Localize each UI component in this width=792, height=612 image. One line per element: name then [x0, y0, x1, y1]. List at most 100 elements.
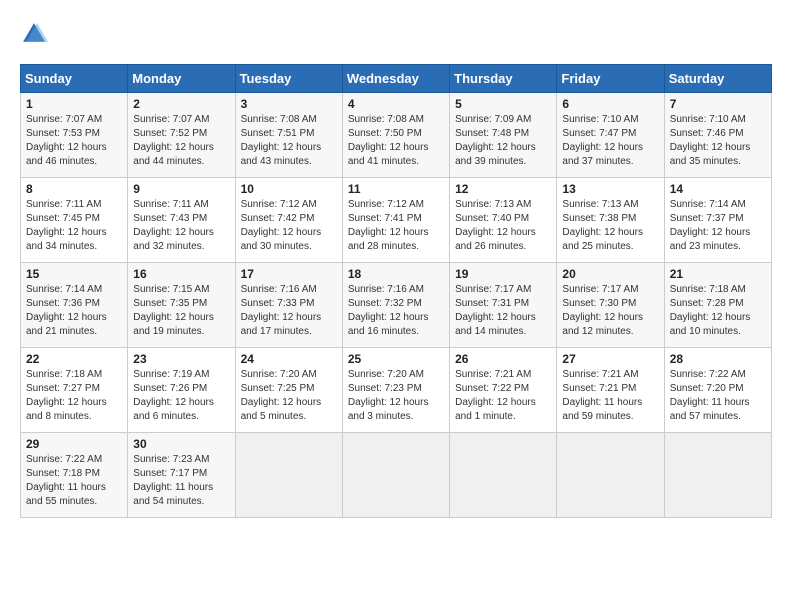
calendar-cell: 1 Sunrise: 7:07 AMSunset: 7:53 PMDaylight… — [21, 93, 128, 178]
calendar-cell — [342, 433, 449, 518]
calendar-cell: 24 Sunrise: 7:20 AMSunset: 7:25 PMDayligh… — [235, 348, 342, 433]
calendar-cell: 26 Sunrise: 7:21 AMSunset: 7:22 PMDayligh… — [450, 348, 557, 433]
day-info: Sunrise: 7:23 AMSunset: 7:17 PMDaylight:… — [133, 453, 229, 509]
page-header — [20, 20, 772, 48]
calendar-cell: 21 Sunrise: 7:18 AMSunset: 7:28 PMDayligh… — [664, 263, 771, 348]
day-number: 28 — [670, 352, 766, 366]
day-number: 26 — [455, 352, 551, 366]
day-info: Sunrise: 7:08 AMSunset: 7:51 PMDaylight:… — [241, 113, 337, 169]
day-info: Sunrise: 7:19 AMSunset: 7:26 PMDaylight:… — [133, 368, 229, 424]
column-header-monday: Monday — [128, 65, 235, 93]
calendar-cell: 29 Sunrise: 7:22 AMSunset: 7:18 PMDayligh… — [21, 433, 128, 518]
day-info: Sunrise: 7:11 AMSunset: 7:45 PMDaylight:… — [26, 198, 122, 254]
calendar-cell: 11 Sunrise: 7:12 AMSunset: 7:41 PMDayligh… — [342, 178, 449, 263]
calendar-cell — [450, 433, 557, 518]
day-info: Sunrise: 7:11 AMSunset: 7:43 PMDaylight:… — [133, 198, 229, 254]
day-number: 18 — [348, 267, 444, 281]
day-info: Sunrise: 7:15 AMSunset: 7:35 PMDaylight:… — [133, 283, 229, 339]
calendar-cell: 17 Sunrise: 7:16 AMSunset: 7:33 PMDayligh… — [235, 263, 342, 348]
day-number: 29 — [26, 437, 122, 451]
calendar-cell: 28 Sunrise: 7:22 AMSunset: 7:20 PMDayligh… — [664, 348, 771, 433]
calendar-cell: 9 Sunrise: 7:11 AMSunset: 7:43 PMDaylight… — [128, 178, 235, 263]
calendar-cell: 22 Sunrise: 7:18 AMSunset: 7:27 PMDayligh… — [21, 348, 128, 433]
day-info: Sunrise: 7:09 AMSunset: 7:48 PMDaylight:… — [455, 113, 551, 169]
calendar-cell: 18 Sunrise: 7:16 AMSunset: 7:32 PMDayligh… — [342, 263, 449, 348]
day-info: Sunrise: 7:20 AMSunset: 7:23 PMDaylight:… — [348, 368, 444, 424]
day-info: Sunrise: 7:13 AMSunset: 7:40 PMDaylight:… — [455, 198, 551, 254]
calendar-cell — [664, 433, 771, 518]
day-info: Sunrise: 7:21 AMSunset: 7:22 PMDaylight:… — [455, 368, 551, 424]
day-info: Sunrise: 7:14 AMSunset: 7:36 PMDaylight:… — [26, 283, 122, 339]
calendar-table: SundayMondayTuesdayWednesdayThursdayFrid… — [20, 64, 772, 518]
calendar-cell: 8 Sunrise: 7:11 AMSunset: 7:45 PMDaylight… — [21, 178, 128, 263]
logo — [20, 20, 52, 48]
calendar-week-2: 8 Sunrise: 7:11 AMSunset: 7:45 PMDaylight… — [21, 178, 772, 263]
day-info: Sunrise: 7:10 AMSunset: 7:46 PMDaylight:… — [670, 113, 766, 169]
day-info: Sunrise: 7:17 AMSunset: 7:30 PMDaylight:… — [562, 283, 658, 339]
calendar-week-4: 22 Sunrise: 7:18 AMSunset: 7:27 PMDayligh… — [21, 348, 772, 433]
calendar-cell: 6Sunrise: 7:10 AMSunset: 7:47 PMDaylight… — [557, 93, 664, 178]
day-info: Sunrise: 7:16 AMSunset: 7:32 PMDaylight:… — [348, 283, 444, 339]
day-number: 5 — [455, 97, 551, 111]
day-number: 7 — [670, 97, 766, 111]
calendar-cell: 4Sunrise: 7:08 AMSunset: 7:50 PMDaylight… — [342, 93, 449, 178]
day-info: Sunrise: 7:07 AMSunset: 7:53 PMDaylight:… — [26, 113, 122, 169]
day-number: 24 — [241, 352, 337, 366]
day-info: Sunrise: 7:21 AMSunset: 7:21 PMDaylight:… — [562, 368, 658, 424]
column-header-wednesday: Wednesday — [342, 65, 449, 93]
calendar-cell: 10Sunrise: 7:12 AMSunset: 7:42 PMDayligh… — [235, 178, 342, 263]
day-number: 3 — [241, 97, 337, 111]
calendar-cell: 30 Sunrise: 7:23 AMSunset: 7:17 PMDayligh… — [128, 433, 235, 518]
column-header-thursday: Thursday — [450, 65, 557, 93]
day-info: Sunrise: 7:18 AMSunset: 7:27 PMDaylight:… — [26, 368, 122, 424]
calendar-week-5: 29 Sunrise: 7:22 AMSunset: 7:18 PMDayligh… — [21, 433, 772, 518]
day-number: 8 — [26, 182, 122, 196]
calendar-week-3: 15 Sunrise: 7:14 AMSunset: 7:36 PMDayligh… — [21, 263, 772, 348]
day-number: 17 — [241, 267, 337, 281]
day-number: 23 — [133, 352, 229, 366]
calendar-cell: 5 Sunrise: 7:09 AMSunset: 7:48 PMDaylight… — [450, 93, 557, 178]
day-number: 16 — [133, 267, 229, 281]
calendar-cell: 23 Sunrise: 7:19 AMSunset: 7:26 PMDayligh… — [128, 348, 235, 433]
day-info: Sunrise: 7:17 AMSunset: 7:31 PMDaylight:… — [455, 283, 551, 339]
column-header-tuesday: Tuesday — [235, 65, 342, 93]
calendar-cell: 12Sunrise: 7:13 AMSunset: 7:40 PMDayligh… — [450, 178, 557, 263]
column-header-saturday: Saturday — [664, 65, 771, 93]
day-info: Sunrise: 7:13 AMSunset: 7:38 PMDaylight:… — [562, 198, 658, 254]
day-info: Sunrise: 7:22 AMSunset: 7:20 PMDaylight:… — [670, 368, 766, 424]
calendar-cell — [235, 433, 342, 518]
day-number: 25 — [348, 352, 444, 366]
column-header-friday: Friday — [557, 65, 664, 93]
calendar-cell: 3 Sunrise: 7:08 AMSunset: 7:51 PMDaylight… — [235, 93, 342, 178]
day-info: Sunrise: 7:12 AMSunset: 7:42 PMDaylight:… — [241, 198, 337, 254]
calendar-cell — [557, 433, 664, 518]
day-number: 11 — [348, 182, 444, 196]
day-number: 22 — [26, 352, 122, 366]
day-number: 1 — [26, 97, 122, 111]
calendar-cell: 15 Sunrise: 7:14 AMSunset: 7:36 PMDayligh… — [21, 263, 128, 348]
calendar-cell: 20 Sunrise: 7:17 AMSunset: 7:30 PMDayligh… — [557, 263, 664, 348]
day-number: 9 — [133, 182, 229, 196]
day-number: 2 — [133, 97, 229, 111]
calendar-cell: 13 Sunrise: 7:13 AMSunset: 7:38 PMDayligh… — [557, 178, 664, 263]
day-info: Sunrise: 7:20 AMSunset: 7:25 PMDaylight:… — [241, 368, 337, 424]
day-number: 20 — [562, 267, 658, 281]
calendar-cell: 7 Sunrise: 7:10 AMSunset: 7:46 PMDaylight… — [664, 93, 771, 178]
day-number: 13 — [562, 182, 658, 196]
calendar-header: SundayMondayTuesdayWednesdayThursdayFrid… — [21, 65, 772, 93]
day-info: Sunrise: 7:08 AMSunset: 7:50 PMDaylight:… — [348, 113, 444, 169]
day-info: Sunrise: 7:07 AMSunset: 7:52 PMDaylight:… — [133, 113, 229, 169]
day-number: 19 — [455, 267, 551, 281]
day-info: Sunrise: 7:22 AMSunset: 7:18 PMDaylight:… — [26, 453, 122, 509]
calendar-cell: 2 Sunrise: 7:07 AMSunset: 7:52 PMDaylight… — [128, 93, 235, 178]
day-info: Sunrise: 7:18 AMSunset: 7:28 PMDaylight:… — [670, 283, 766, 339]
day-number: 14 — [670, 182, 766, 196]
day-info: Sunrise: 7:14 AMSunset: 7:37 PMDaylight:… — [670, 198, 766, 254]
day-info: Sunrise: 7:12 AMSunset: 7:41 PMDaylight:… — [348, 198, 444, 254]
day-number: 6 — [562, 97, 658, 111]
day-info: Sunrise: 7:16 AMSunset: 7:33 PMDaylight:… — [241, 283, 337, 339]
day-number: 30 — [133, 437, 229, 451]
logo-icon — [20, 20, 48, 48]
day-number: 21 — [670, 267, 766, 281]
day-number: 15 — [26, 267, 122, 281]
